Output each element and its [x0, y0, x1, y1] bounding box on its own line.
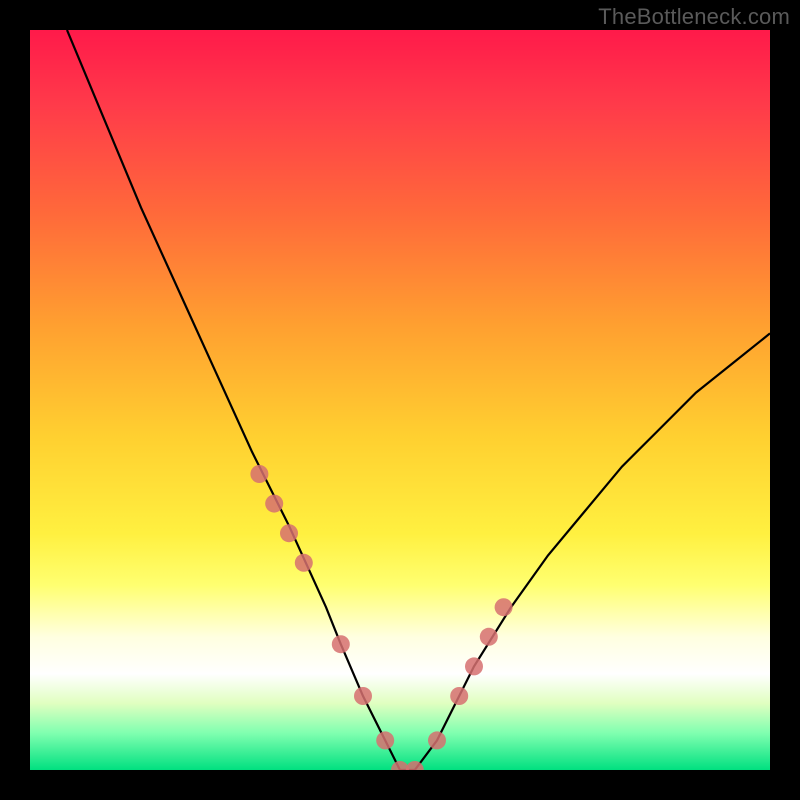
data-point — [465, 657, 483, 675]
data-point — [332, 635, 350, 653]
data-point — [376, 731, 394, 749]
marker-group — [250, 465, 512, 770]
chart-frame: TheBottleneck.com — [0, 0, 800, 800]
chart-svg — [30, 30, 770, 770]
data-point — [250, 465, 268, 483]
data-point — [265, 495, 283, 513]
plot-area — [30, 30, 770, 770]
data-point — [480, 628, 498, 646]
data-point — [295, 554, 313, 572]
data-point — [450, 687, 468, 705]
data-point — [280, 524, 298, 542]
data-point — [495, 598, 513, 616]
watermark-text: TheBottleneck.com — [598, 4, 790, 30]
bottleneck-curve — [67, 30, 770, 770]
data-point — [354, 687, 372, 705]
data-point — [428, 731, 446, 749]
